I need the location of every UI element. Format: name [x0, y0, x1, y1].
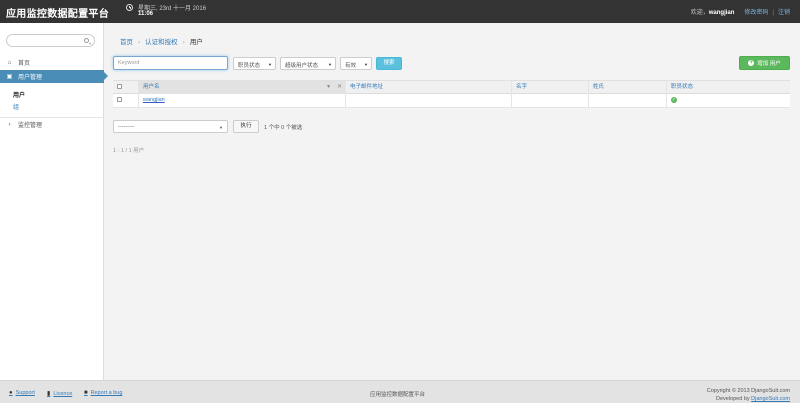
column-header-staff-status[interactable]: 职员状态: [667, 81, 790, 95]
cell-last-name: [589, 94, 667, 108]
cell-username: wangjian: [139, 94, 346, 108]
column-header-username[interactable]: 用户名 ▾ ✕: [139, 81, 346, 95]
sidebar: ⌂ 首页 ▣ 用户管理 用户 组 › 监控管理: [0, 23, 108, 380]
lock-icon: ▣: [6, 74, 13, 80]
search-button[interactable]: 搜索: [376, 57, 402, 70]
sidebar-subitem-groups[interactable]: 组: [13, 102, 19, 111]
sidebar-item-label: 用户管理: [18, 75, 43, 81]
breadcrumb-current: 用户: [189, 39, 203, 46]
active-filter[interactable]: 有效 ▼: [340, 57, 372, 70]
user-links: 欢迎，wangjian 修改密码 | 注销: [691, 7, 790, 16]
cell-first-name: [512, 94, 589, 108]
add-user-label: 增加 用户: [757, 61, 781, 67]
column-header-email[interactable]: 电子邮件地址: [346, 81, 512, 95]
question-icon: ●: [9, 390, 13, 396]
developed-by-line: Developed by DjangoSuit.com: [707, 395, 790, 403]
logout-link[interactable]: 注销: [778, 10, 790, 16]
username-link[interactable]: wangjian: [143, 97, 165, 103]
superuser-status-label: 超级用户状态: [285, 63, 319, 69]
select-all-cell: [113, 81, 139, 95]
top-header: 应用监控数据配置平台 星期三, 23rd 十一月 2016 11:06 欢迎，w…: [0, 0, 800, 23]
developed-by-label: Developed by: [716, 396, 750, 402]
sidebar-subitem-users[interactable]: 用户: [13, 90, 25, 99]
users-table: 用户名 ▾ ✕ 电子邮件地址 名字 姓氏 职员状态 wangjian ✓: [113, 80, 790, 108]
sidebar-item-label: 首页: [18, 61, 31, 67]
sidebar-item-home[interactable]: ⌂ 首页: [0, 56, 104, 69]
footer: ● Support ▮ Licence ■ Report a bug 应用监控数据配置…: [0, 380, 800, 403]
report-bug-label: Report a bug: [90, 390, 123, 396]
table-row: wangjian ✓: [113, 94, 790, 108]
sidebar-item-monitor-management[interactable]: › 监控管理: [0, 118, 104, 131]
sidebar-item-label: 监控管理: [18, 123, 43, 129]
clock-icon: [126, 4, 133, 11]
caret-down-icon: ▼: [328, 62, 332, 67]
breadcrumb-separator: ›: [138, 39, 141, 46]
developer-link[interactable]: DjangoSuit.com: [751, 396, 790, 402]
breadcrumb-auth[interactable]: 认证和授权: [145, 39, 178, 46]
report-bug-link[interactable]: ■ Report a bug: [84, 390, 122, 396]
caret-down-icon: ▼: [219, 125, 223, 130]
sort-desc-icon[interactable]: ▾: [327, 81, 330, 94]
execute-button[interactable]: 执行: [233, 120, 259, 133]
column-label: 电子邮件地址: [350, 84, 384, 90]
caret-down-icon: ▼: [268, 62, 272, 67]
active-filter-label: 有效: [345, 63, 357, 69]
copyright-text: Copyright © 2013 DjangoSuit.com: [706, 388, 790, 394]
select-all-checkbox[interactable]: [117, 84, 122, 90]
support-link[interactable]: ● Support: [9, 390, 35, 396]
staff-status-label: 职员状态: [238, 63, 261, 69]
breadcrumb-home[interactable]: 首页: [120, 39, 133, 46]
cell-staff-status: ✓: [667, 94, 790, 108]
caret-down-icon: ▼: [364, 62, 368, 67]
footer-app-name: 应用监控数据配置平台: [370, 392, 426, 398]
row-select-cell: [113, 94, 139, 108]
bookmark-icon: ▮: [47, 391, 51, 397]
check-icon: ✓: [671, 96, 677, 103]
cell-email: [346, 94, 512, 108]
breadcrumb: 首页 › 认证和授权 › 用户: [120, 36, 203, 46]
chevron-right-icon: ›: [8, 121, 11, 128]
add-user-button[interactable]: + 增加 用户: [739, 56, 790, 70]
change-password-link[interactable]: 修改密码: [744, 10, 768, 16]
plus-icon: +: [748, 60, 755, 66]
staff-status-filter[interactable]: 职员状态 ▼: [233, 57, 276, 70]
sidebar-search-input[interactable]: [6, 34, 95, 47]
support-label: Support: [15, 390, 35, 396]
username: wangjian: [708, 10, 735, 16]
pagination-info: 1 - 1 / 1 用户: [113, 148, 145, 154]
licence-label: Licence: [53, 390, 73, 397]
superuser-status-filter[interactable]: 超级用户状态 ▼: [280, 57, 336, 70]
remove-sort-icon[interactable]: ✕: [337, 81, 342, 94]
action-select-value: ---------: [118, 124, 135, 130]
selected-count: 1 个中 0 个被选: [264, 125, 303, 131]
link-separator: |: [772, 10, 774, 16]
column-label: 用户名: [143, 84, 160, 90]
welcome-label: 欢迎，: [690, 10, 709, 16]
column-header-last-name[interactable]: 姓氏: [589, 81, 667, 95]
sidebar-item-user-management[interactable]: ▣ 用户管理: [0, 70, 108, 83]
main-content: 首页 › 认证和授权 › 用户 Keyword 职员状态 ▼ 超级用户状态 ▼ 有效 ▼ 搜索…: [104, 23, 800, 380]
licence-link[interactable]: ▮ Licence: [47, 390, 73, 398]
search-icon[interactable]: [84, 38, 89, 43]
table-header-row: 用户名 ▾ ✕ 电子邮件地址 名字 姓氏 职员状态: [113, 80, 790, 95]
breadcrumb-separator: ›: [182, 39, 185, 46]
column-header-first-name[interactable]: 名字: [512, 81, 589, 95]
column-label: 职员状态: [671, 84, 694, 90]
row-checkbox[interactable]: [117, 97, 122, 103]
header-time: 11:06: [138, 11, 154, 17]
column-label: 姓氏: [593, 84, 605, 90]
app-brand[interactable]: 应用监控数据配置平台: [6, 5, 109, 20]
home-icon: ⌂: [7, 59, 12, 66]
comment-icon: ■: [84, 390, 88, 396]
keyword-search-input[interactable]: Keyword: [113, 56, 228, 70]
footer-credits: Copyright © 2013 DjangoSuit.com Develope…: [707, 387, 790, 403]
action-select[interactable]: --------- ▼: [113, 120, 228, 133]
column-label: 名字: [516, 84, 528, 90]
